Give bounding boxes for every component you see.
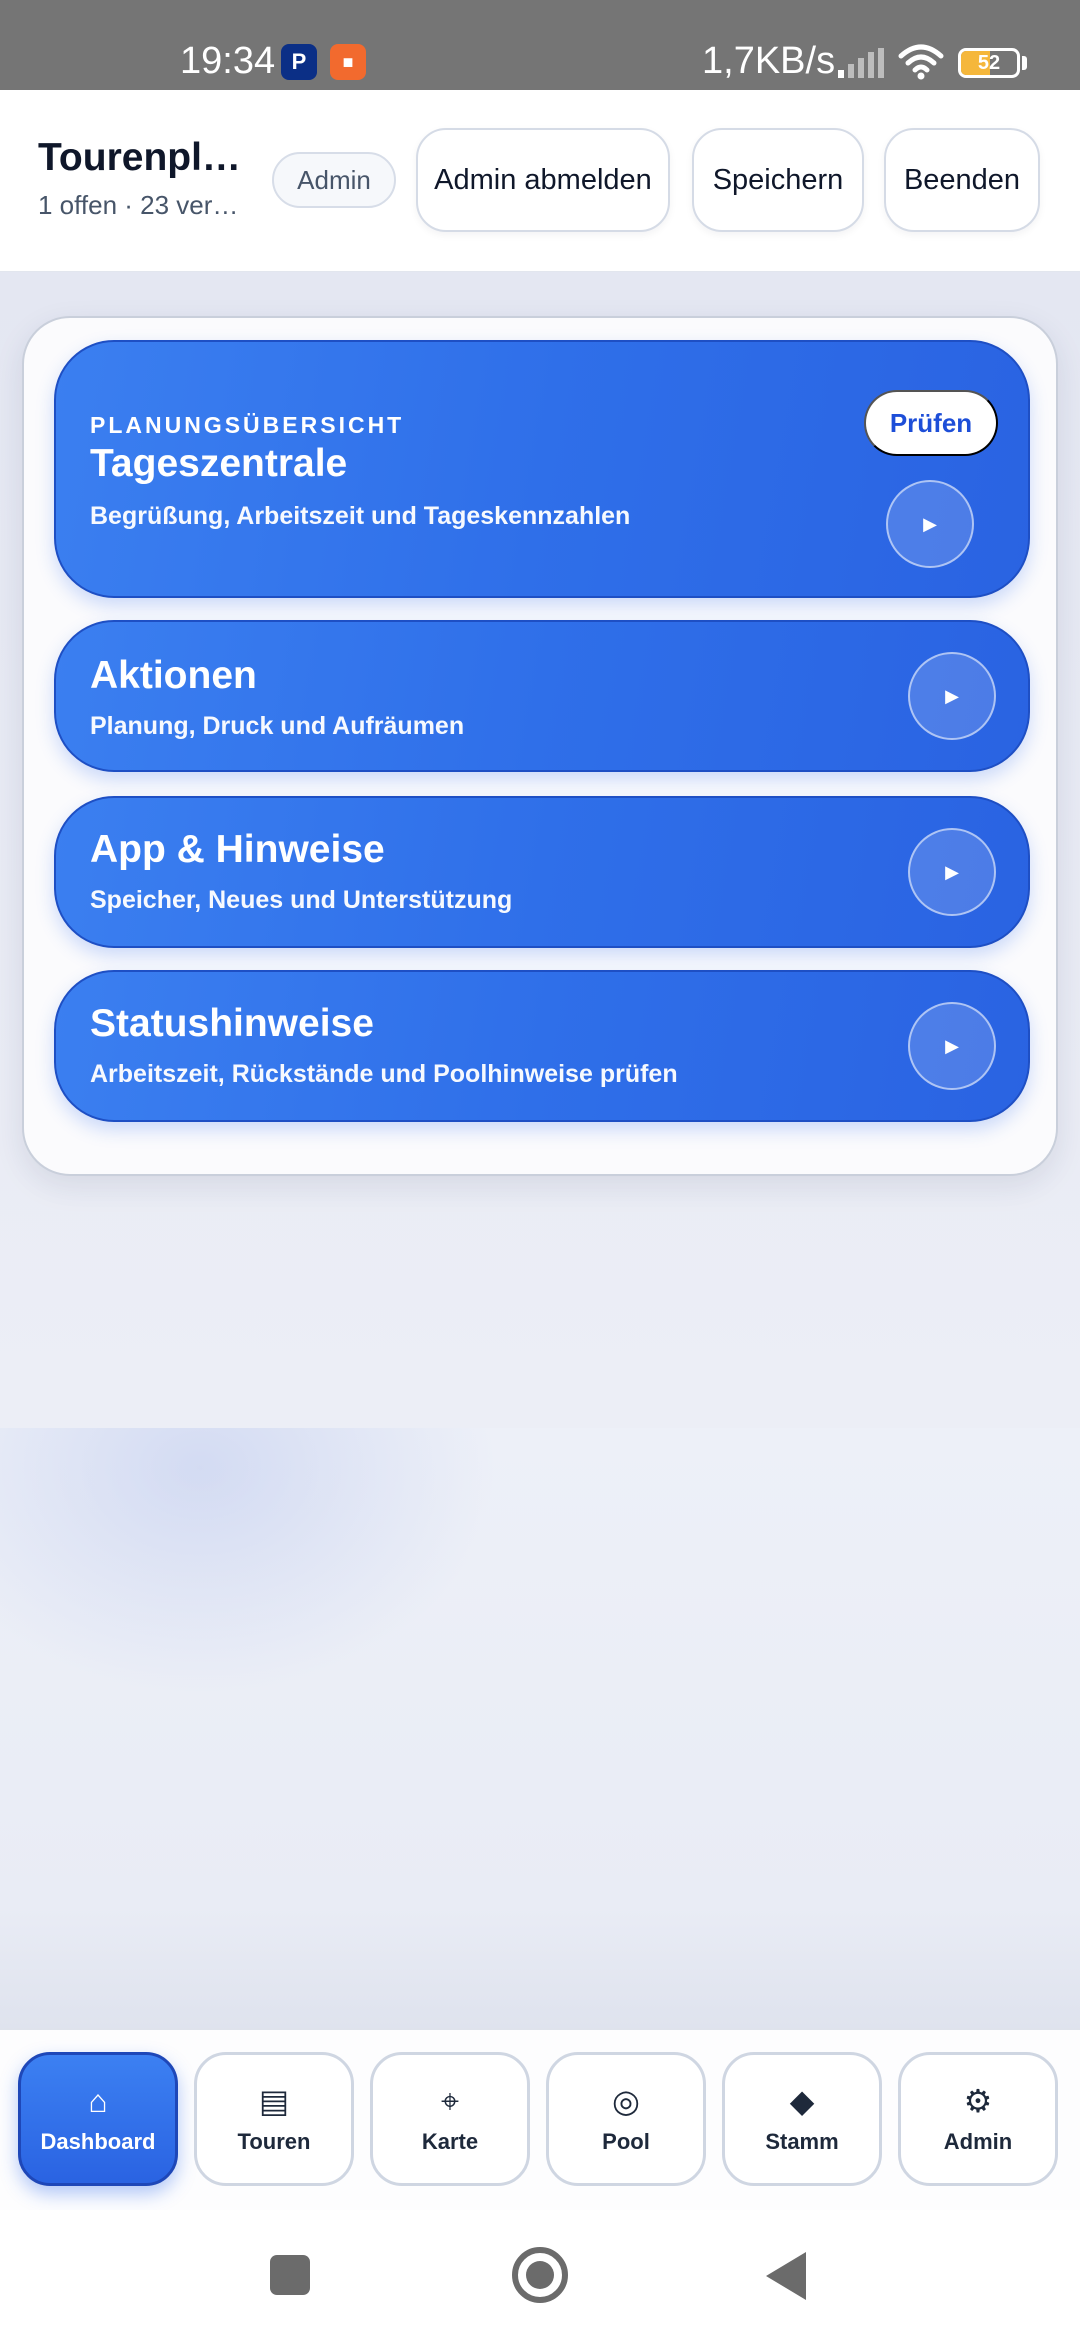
page-title: Tourenpl…	[38, 136, 241, 179]
play-icon[interactable]: ▶	[908, 1002, 996, 1090]
battery-percent: 52	[977, 52, 1001, 74]
network-speed: 1,7KB/s	[702, 40, 836, 82]
panel-description: Speicher, Neues und Unterstützung	[90, 886, 513, 914]
panel-description: Arbeitszeit, Rückstände und Poolhinweise…	[90, 1060, 678, 1088]
admin-logout-button[interactable]: Admin abmelden	[416, 128, 670, 232]
nav-label: Dashboard	[40, 2129, 156, 2154]
nav-label: Stamm	[765, 2129, 839, 2154]
panel-title: Aktionen	[90, 654, 257, 697]
play-icon[interactable]: ▶	[886, 480, 974, 568]
nav-label: Touren	[237, 2129, 311, 2154]
signal-icon	[838, 48, 884, 78]
panel-aktionen[interactable]: Aktionen Planung, Druck und Aufräumen ▶	[54, 620, 1030, 772]
nav-touren[interactable]: ▤ Touren	[194, 2052, 354, 2186]
nav-label: Karte	[421, 2129, 479, 2154]
save-button[interactable]: Speichern	[692, 128, 864, 232]
crosshair-icon: ⌖	[440, 2083, 460, 2119]
clock: 19:34	[180, 40, 276, 82]
nav-stamm[interactable]: ◆ Stamm	[722, 2052, 882, 2186]
panel-title: Statushinweise	[90, 1002, 374, 1045]
panel-app-hinweise[interactable]: App & Hinweise Speicher, Neues und Unter…	[54, 796, 1030, 948]
bottom-navigation: ⌂ Dashboard ▤ Touren ⌖ Karte ◎ Pool ◆ St…	[0, 2028, 1080, 2210]
gear-icon: ⚙	[963, 2083, 993, 2119]
status-bar: 19:34 P ■ 1,7KB/s 52	[0, 0, 1080, 90]
panel-description: Planung, Druck und Aufräumen	[90, 712, 465, 740]
target-icon: ◎	[612, 2083, 640, 2119]
dashboard-card: PLANUNGSÜBERSICHT Tageszentrale Begrüßun…	[22, 316, 1058, 1176]
battery-icon: 52	[958, 48, 1020, 78]
panel-description: Begrüßung, Arbeitszeit und Tageskennzahl…	[90, 502, 631, 530]
diamond-icon: ◆	[789, 2083, 815, 2119]
play-icon[interactable]: ▶	[908, 828, 996, 916]
page-subtitle: 1 offen · 23 verp…	[38, 190, 248, 220]
nav-label: Pool	[602, 2129, 650, 2154]
nav-pool[interactable]: ◎ Pool	[546, 2052, 706, 2186]
nav-karte[interactable]: ⌖ Karte	[370, 2052, 530, 2186]
nav-dashboard[interactable]: ⌂ Dashboard	[18, 2052, 178, 2186]
home-icon: ⌂	[88, 2083, 108, 2119]
role-badge: Admin	[272, 152, 396, 208]
check-button[interactable]: Prüfen	[864, 390, 998, 456]
video-app-icon: ■	[330, 44, 366, 80]
panel-tageszentrale[interactable]: PLANUNGSÜBERSICHT Tageszentrale Begrüßun…	[54, 340, 1030, 598]
paypal-icon: P	[281, 44, 317, 80]
panel-title: Tageszentrale	[90, 442, 348, 485]
quit-button[interactable]: Beenden	[884, 128, 1040, 232]
list-icon: ▤	[258, 2083, 290, 2119]
recent-apps-icon[interactable]	[270, 2255, 310, 2295]
app-header: Tourenpl… 1 offen · 23 verp… Admin Admin…	[0, 90, 1080, 272]
nav-admin[interactable]: ⚙ Admin	[898, 2052, 1058, 2186]
back-icon[interactable]	[766, 2252, 806, 2300]
panel-statushinweise[interactable]: Statushinweise Arbeitszeit, Rückstände u…	[54, 970, 1030, 1122]
panel-eyebrow: PLANUNGSÜBERSICHT	[90, 412, 405, 438]
system-navigation-bar	[0, 2210, 1080, 2340]
nav-label: Admin	[943, 2129, 1013, 2154]
panel-title: App & Hinweise	[90, 828, 385, 871]
wifi-icon	[898, 44, 944, 80]
home-button-icon[interactable]	[512, 2247, 568, 2303]
play-icon[interactable]: ▶	[908, 652, 996, 740]
content-background-lower	[0, 1428, 1080, 2028]
